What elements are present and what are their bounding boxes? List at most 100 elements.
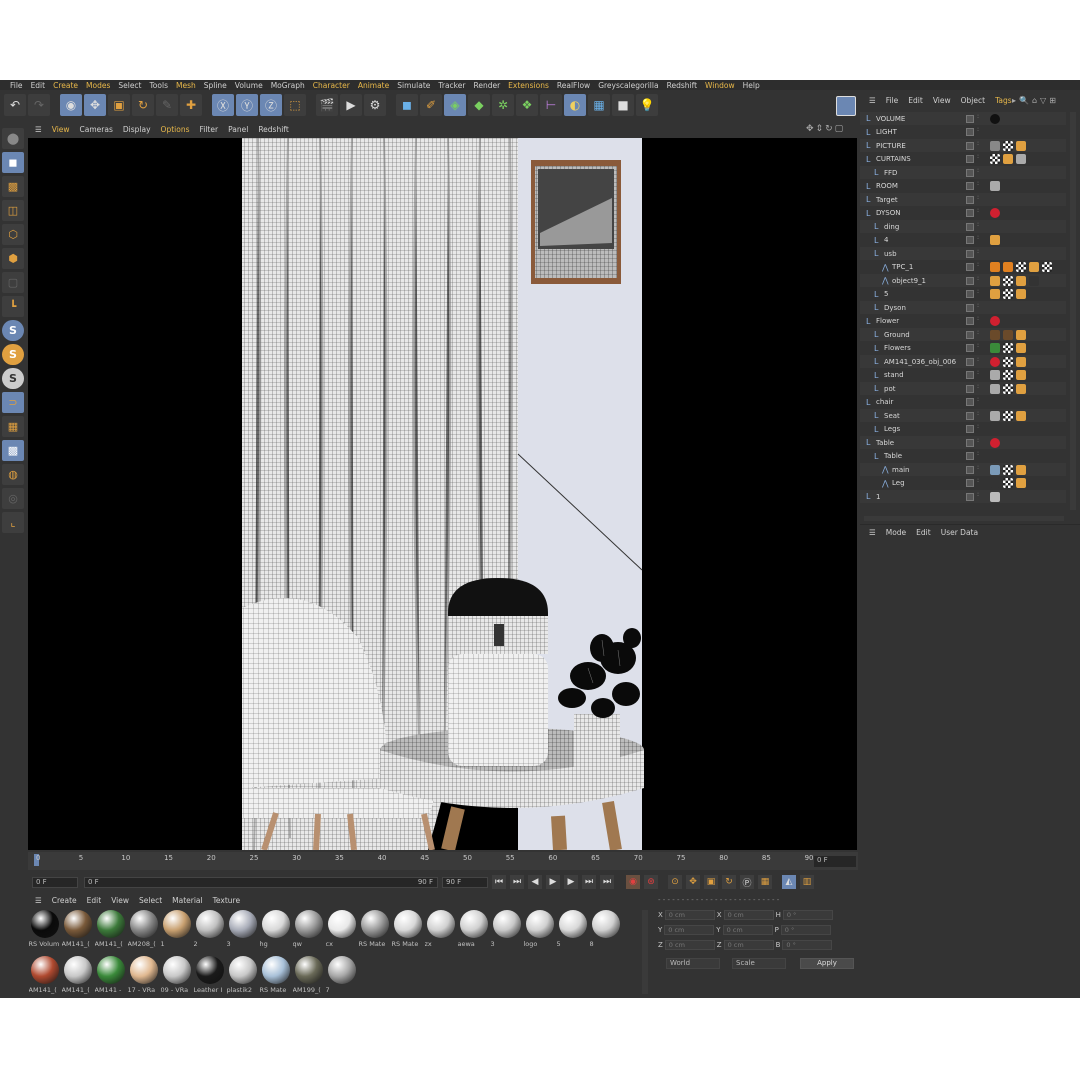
viewport-menu-options[interactable]: Options: [156, 125, 195, 134]
current-frame-field[interactable]: 0 F: [814, 856, 856, 867]
coord-input[interactable]: 0 cm: [722, 925, 773, 935]
dots-tag-icon[interactable]: [1016, 478, 1026, 488]
tri-tag-icon[interactable]: [1003, 262, 1013, 272]
visibility-icon[interactable]: [966, 452, 974, 460]
red-tag-icon[interactable]: [990, 316, 1000, 326]
grey-tag-icon[interactable]: [990, 370, 1000, 380]
play-icon[interactable]: ▶: [546, 875, 560, 889]
material-swatch[interactable]: AM141_(: [94, 910, 127, 950]
object-row[interactable]: L Seat:: [860, 409, 1066, 422]
object-row[interactable]: Lstand:: [860, 369, 1066, 382]
check-tag-icon[interactable]: [1003, 289, 1013, 299]
object-row[interactable]: L Ground:: [860, 328, 1066, 341]
rotate-icon[interactable]: ↻: [132, 94, 154, 116]
object-row[interactable]: L VOLUME:: [860, 112, 1066, 125]
render-dot-icon[interactable]: :: [977, 410, 981, 420]
dots-tag-icon[interactable]: [1016, 140, 1026, 151]
visibility-icon[interactable]: [966, 222, 974, 231]
texture-mode-icon[interactable]: ▩: [2, 176, 24, 197]
object-row[interactable]: L Flowers:: [860, 342, 1066, 355]
menu-window[interactable]: Window: [701, 81, 739, 90]
coord-input[interactable]: 0 cm: [664, 910, 715, 920]
render-dot-icon[interactable]: :: [977, 235, 981, 244]
mat-menu-material[interactable]: Material: [167, 896, 207, 905]
menu-volume[interactable]: Volume: [231, 81, 267, 90]
viewport-menu-redshift[interactable]: Redshift: [253, 125, 293, 134]
object-row[interactable]: L CURTAINS:: [860, 153, 1066, 166]
object-row[interactable]: L Legs:: [860, 423, 1066, 436]
grey-tag-icon[interactable]: [1016, 154, 1026, 164]
om-menu-object[interactable]: Object: [956, 96, 990, 105]
go-to-start-icon[interactable]: ⏮: [492, 875, 506, 889]
brown-tag-icon[interactable]: [990, 329, 1000, 340]
dots-tag-icon[interactable]: [1016, 343, 1026, 353]
layout-icon[interactable]: [836, 96, 856, 116]
render-dot-icon[interactable]: :: [977, 154, 981, 163]
material-swatch[interactable]: 3: [226, 910, 259, 950]
pen-icon[interactable]: ✐: [420, 94, 442, 116]
check-tag-icon[interactable]: [1003, 343, 1013, 353]
menu-mesh[interactable]: Mesh: [172, 81, 200, 90]
visibility-icon[interactable]: [966, 465, 974, 474]
check-tag-icon[interactable]: [1042, 262, 1052, 272]
material-swatch[interactable]: 1: [160, 910, 193, 950]
om-scrollbar[interactable]: [1070, 112, 1076, 510]
extrude-icon[interactable]: ◆: [468, 94, 490, 116]
brown-tag-icon[interactable]: [1003, 329, 1013, 340]
object-row[interactable]: Lusb:: [860, 247, 1066, 260]
edges-mode-icon[interactable]: ⬢: [2, 248, 24, 269]
object-row[interactable]: L Table:: [860, 450, 1066, 463]
object-row[interactable]: L Flower:: [860, 315, 1066, 328]
position-key-icon[interactable]: ✥: [686, 875, 700, 889]
deformer-icon[interactable]: ⊢: [540, 94, 562, 116]
visibility-icon[interactable]: [966, 384, 974, 393]
material-swatch[interactable]: 3: [490, 910, 523, 950]
cube-icon[interactable]: ◼: [396, 94, 418, 116]
mat-menu-select[interactable]: Select: [134, 896, 167, 905]
camera-icon[interactable]: ■: [612, 94, 634, 116]
render-dot-icon[interactable]: :: [977, 343, 981, 352]
visibility-icon[interactable]: [966, 195, 974, 204]
visibility-icon[interactable]: [966, 263, 974, 271]
dots-tag-icon[interactable]: [990, 275, 1000, 286]
object-row[interactable]: L PICTURE:: [860, 139, 1066, 152]
material-swatch[interactable]: hg: [259, 910, 292, 950]
dots-tag-icon[interactable]: [990, 235, 1000, 245]
material-swatch[interactable]: 17 - VRa: [127, 956, 160, 996]
viewport-menu-cameras[interactable]: Cameras: [75, 125, 118, 134]
render-view-icon[interactable]: 🎬: [316, 94, 338, 116]
menu-tracker[interactable]: Tracker: [434, 81, 469, 90]
mat-menu-edit[interactable]: Edit: [82, 896, 107, 905]
material-swatch[interactable]: 8: [589, 910, 622, 950]
visibility-icon[interactable]: [966, 330, 974, 339]
render-dot-icon[interactable]: :: [977, 127, 981, 136]
material-swatch[interactable]: plastik2: [226, 956, 259, 996]
material-swatch[interactable]: 09 - VRa: [160, 956, 193, 996]
render-dot-icon[interactable]: :: [977, 208, 981, 217]
blue-tag-icon[interactable]: [990, 464, 1000, 475]
coord-input[interactable]: 0 °: [782, 940, 833, 950]
check-tag-icon[interactable]: [1003, 140, 1013, 151]
redo-icon[interactable]: ↷: [28, 94, 50, 116]
menu-edit[interactable]: Edit: [27, 81, 50, 90]
om-menu-file[interactable]: File: [881, 96, 904, 105]
snap-settings-icon[interactable]: S: [2, 344, 24, 365]
menu-help[interactable]: Help: [739, 81, 764, 90]
axis-mode-icon[interactable]: ┗: [2, 296, 24, 317]
rotation-key-icon[interactable]: ↻: [722, 875, 736, 889]
viewport-menu-icon[interactable]: ☰: [30, 125, 47, 134]
object-row[interactable]: L5:: [860, 288, 1066, 301]
render-dot-icon[interactable]: :: [977, 464, 981, 474]
timeline-icon[interactable]: ▥: [800, 875, 814, 889]
visibility-icon[interactable]: [966, 209, 974, 217]
check-tag-icon[interactable]: [1003, 478, 1013, 488]
om-menu-edit[interactable]: Edit: [903, 96, 928, 105]
visibility-icon[interactable]: [966, 128, 974, 136]
visibility-icon[interactable]: [966, 249, 974, 258]
scale-icon[interactable]: ▣: [108, 94, 130, 116]
grey-tag-icon[interactable]: [990, 383, 1000, 394]
check-tag-icon[interactable]: [990, 154, 1000, 164]
check-tag-icon[interactable]: [1003, 275, 1013, 286]
visibility-icon[interactable]: [966, 317, 974, 325]
material-swatch[interactable]: logo: [523, 910, 556, 950]
